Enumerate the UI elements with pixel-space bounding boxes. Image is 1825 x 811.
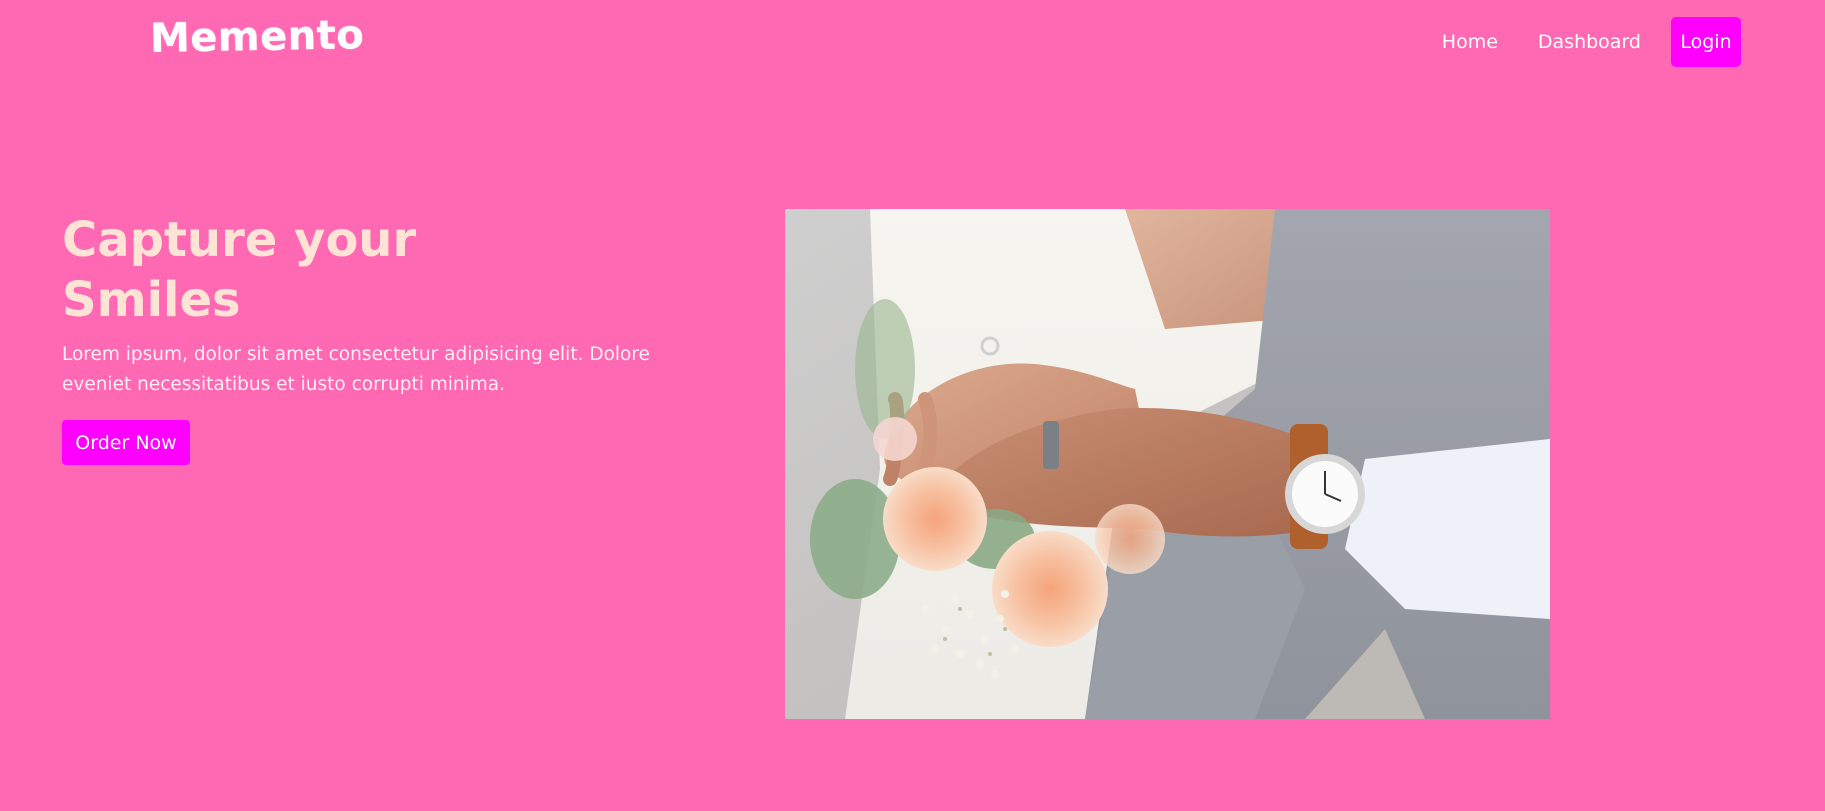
hero-title: Capture your Smiles [62, 212, 417, 328]
order-now-button[interactable]: Order Now [62, 420, 190, 465]
hero-description: Lorem ipsum, dolor sit amet consectetur … [62, 344, 650, 395]
navbar: Memento Home Dashboard Login [0, 0, 1825, 86]
nav-link-home[interactable]: Home [1442, 31, 1498, 53]
brand-logo[interactable]: Memento [150, 12, 365, 62]
nav-links: Home Dashboard Login [1402, 17, 1741, 67]
nav-link-dashboard[interactable]: Dashboard [1538, 31, 1641, 53]
hero-section: Capture your Smiles Lorem ipsum, dolor s… [62, 210, 722, 465]
wedding-photo-illustration [785, 209, 1550, 719]
hero-image [785, 209, 1550, 719]
login-button[interactable]: Login [1671, 17, 1741, 67]
landing-page: Memento Home Dashboard Login Capture you… [0, 0, 1825, 811]
